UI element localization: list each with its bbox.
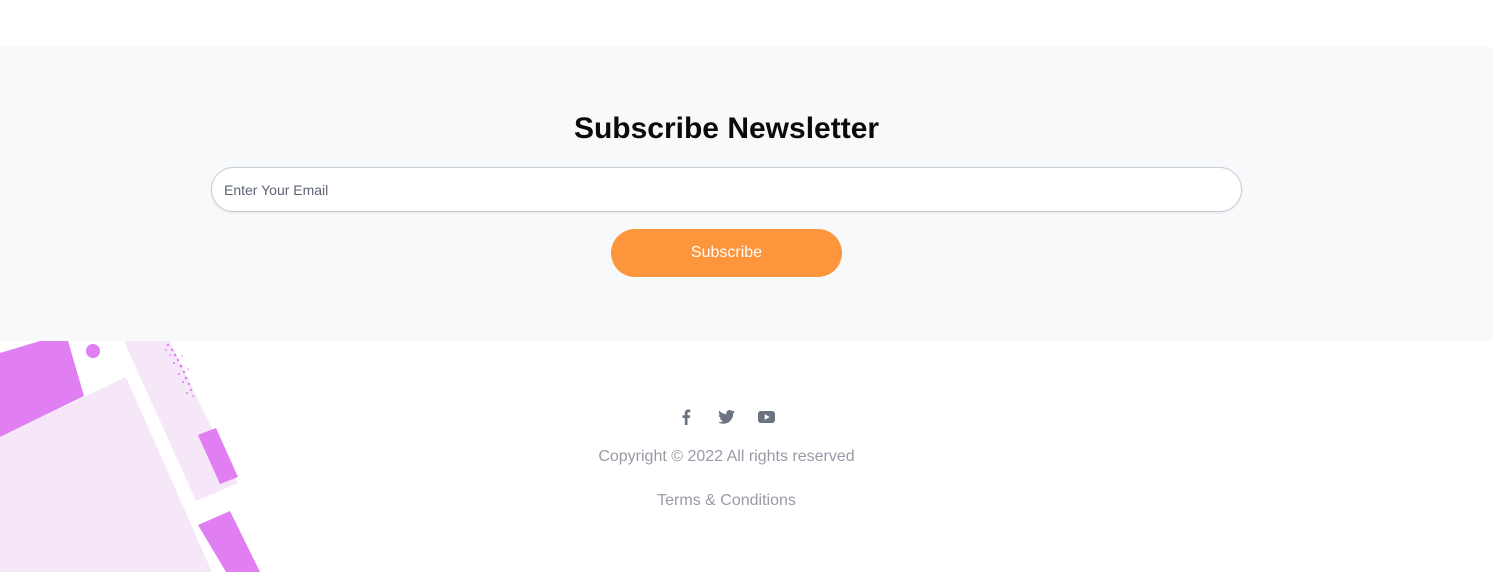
youtube-icon[interactable] [756, 407, 776, 427]
terms-conditions-label[interactable]: Terms & Conditions [657, 492, 796, 509]
twitter-icon[interactable] [716, 407, 736, 427]
footer: Copyright © 2022 All rights reserved Ter… [0, 341, 1493, 572]
terms-conditions-link[interactable]: Terms & Conditions [0, 491, 1453, 511]
subscribe-button[interactable]: Subscribe [611, 229, 842, 277]
email-input[interactable] [211, 167, 1242, 212]
facebook-icon[interactable] [676, 407, 696, 427]
social-links [672, 407, 782, 427]
top-spacer [0, 0, 1493, 47]
newsletter-title: Subscribe Newsletter [573, 112, 880, 145]
page: Subscribe Newsletter Subscribe [0, 0, 1493, 572]
newsletter-section: Subscribe Newsletter Subscribe [0, 47, 1493, 341]
copyright-text: Copyright © 2022 All rights reserved [598, 448, 855, 465]
